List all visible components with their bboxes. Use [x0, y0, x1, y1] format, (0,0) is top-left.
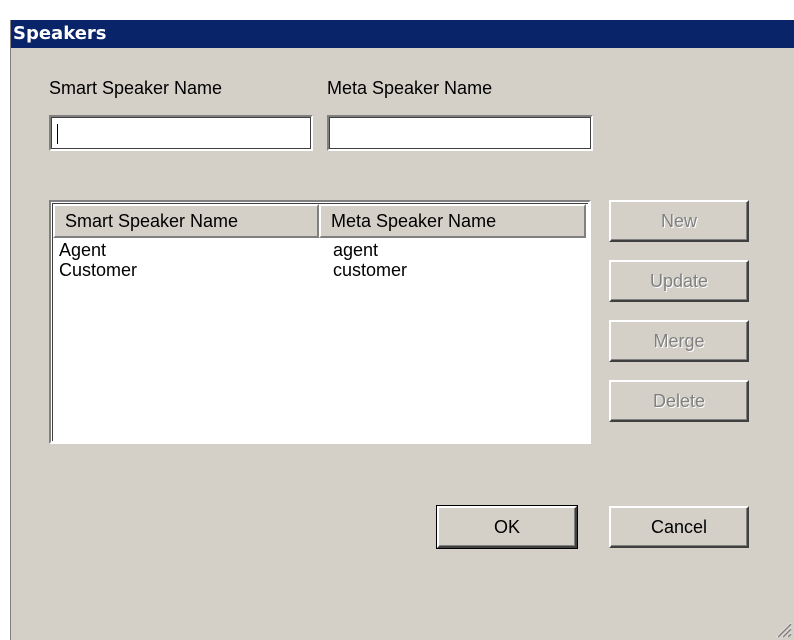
delete-button[interactable]: Delete [609, 380, 749, 422]
ok-button[interactable]: OK [436, 505, 578, 549]
meta-speaker-name-label: Meta Speaker Name [327, 78, 493, 98]
smart-speaker-name-input[interactable] [54, 120, 308, 146]
row-meta-name: agent [333, 240, 379, 260]
speakers-dialog: Speakers Smart Speaker Name Meta Speaker… [10, 20, 794, 640]
new-button[interactable]: New [609, 200, 749, 242]
row-smart-name: Agent [59, 240, 107, 260]
column-header-meta-speaker-name[interactable]: Meta Speaker Name [319, 204, 586, 238]
resize-grip-icon[interactable] [774, 620, 792, 638]
update-button[interactable]: Update [609, 260, 749, 302]
meta-speaker-name-input[interactable] [332, 120, 588, 146]
speakers-list[interactable]: Smart Speaker Name Meta Speaker Name Age… [49, 200, 591, 444]
speakers-list-body: Smart Speaker Name Meta Speaker Name Age… [52, 203, 588, 441]
smart-speaker-name-label: Smart Speaker Name [49, 78, 223, 98]
row-meta-name: customer [333, 260, 408, 280]
row-smart-name: Customer [59, 260, 138, 280]
text-caret [57, 124, 58, 144]
meta-speaker-name-field[interactable] [327, 115, 593, 151]
dialog-title: Speakers [11, 20, 794, 48]
column-header-smart-speaker-name[interactable]: Smart Speaker Name [53, 204, 319, 238]
smart-speaker-name-field[interactable] [49, 115, 313, 151]
merge-button[interactable]: Merge [609, 320, 749, 362]
cancel-button[interactable]: Cancel [609, 506, 749, 548]
